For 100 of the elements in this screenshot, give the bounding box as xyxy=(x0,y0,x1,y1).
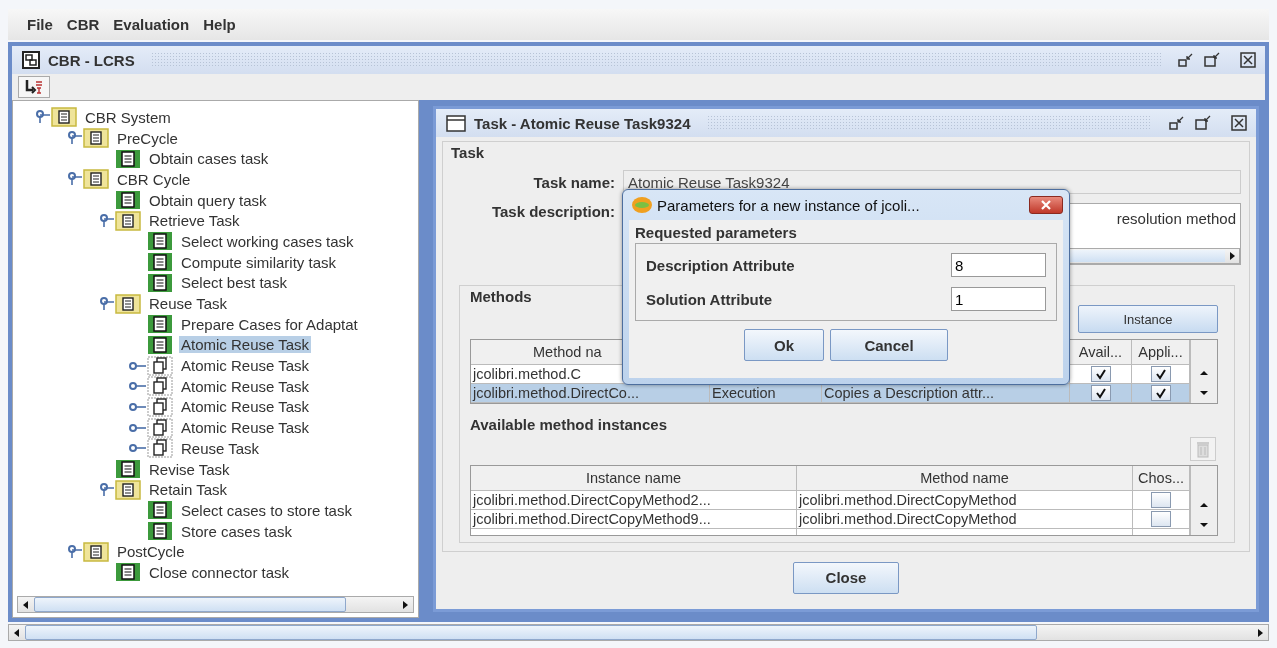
tree-item[interactable]: Close connector task xyxy=(147,563,292,581)
menu-item[interactable]: File xyxy=(27,16,53,33)
tree-item[interactable]: CBR Cycle xyxy=(115,170,193,188)
tree-item[interactable]: Retain Task xyxy=(147,481,230,499)
section-title: Methods xyxy=(470,288,532,305)
table-cell: jcolibri.method.DirectCopyMethod9... xyxy=(471,510,797,528)
dialog-button[interactable]: Ok xyxy=(744,329,824,361)
minimize-icon[interactable] xyxy=(1168,115,1186,131)
folder-node-icon xyxy=(115,210,141,231)
section-title: Available method instances xyxy=(470,416,667,433)
expanded-toggle-icon[interactable] xyxy=(65,131,83,146)
horizontal-scrollbar[interactable] xyxy=(17,596,414,613)
folder-node-icon xyxy=(115,479,141,500)
section-title: Requested parameters xyxy=(635,224,798,241)
instance-node-icon xyxy=(147,396,173,417)
expanded-toggle-icon[interactable] xyxy=(97,213,115,228)
check-icon xyxy=(1094,387,1107,399)
tree-item[interactable]: Atomic Reuse Task xyxy=(179,377,312,395)
tree-item[interactable]: Atomic Reuse Task xyxy=(179,336,312,354)
input-field[interactable]: 1 xyxy=(951,287,1046,311)
checkbox[interactable] xyxy=(1151,492,1171,508)
close-button[interactable]: Close xyxy=(793,561,899,594)
window-icon xyxy=(22,51,40,69)
tree-item[interactable]: Prepare Cases for Adaptat xyxy=(179,315,360,333)
tree-item[interactable]: Store cases task xyxy=(179,522,294,540)
tree-item[interactable]: Compute similarity task xyxy=(179,253,339,271)
tree-item[interactable]: CBR System xyxy=(83,108,173,126)
restore-icon[interactable] xyxy=(1194,115,1212,131)
check-icon xyxy=(1094,368,1107,380)
task-node-icon xyxy=(147,521,173,542)
checkbox[interactable] xyxy=(1090,385,1111,401)
close-icon[interactable] xyxy=(1230,115,1248,131)
trash-icon xyxy=(1195,440,1211,458)
instance-button[interactable]: Instance xyxy=(1078,305,1218,333)
vertical-scrollbar[interactable] xyxy=(1190,340,1217,403)
minimize-icon[interactable] xyxy=(1177,52,1195,68)
tree-item[interactable]: Obtain query task xyxy=(147,191,269,209)
horizontal-scrollbar[interactable] xyxy=(8,624,1269,641)
expanded-toggle-icon[interactable] xyxy=(65,172,83,187)
tree-item[interactable]: Select working cases task xyxy=(179,232,356,250)
expanded-toggle-icon[interactable] xyxy=(65,544,83,559)
input-field[interactable]: 8 xyxy=(951,253,1046,277)
folder-node-icon xyxy=(51,107,77,128)
menu-item[interactable]: CBR xyxy=(66,16,100,33)
task-node-icon xyxy=(147,272,173,293)
dialog-title: Parameters for a new instance of jcoli... xyxy=(657,196,920,214)
window-icon xyxy=(446,114,466,132)
restore-icon[interactable] xyxy=(1203,52,1221,68)
checkbox[interactable] xyxy=(1151,511,1171,527)
task-node-icon xyxy=(115,459,141,480)
column-header[interactable]: Instance name xyxy=(471,466,797,490)
toolbar-button[interactable] xyxy=(18,76,50,98)
field-label: Description Attribute xyxy=(646,256,796,274)
table-cell: jcolibri.method.DirectCopyMethod2... xyxy=(471,491,797,509)
tree-item[interactable]: PostCycle xyxy=(115,543,187,561)
tree-item[interactable]: Atomic Reuse Task xyxy=(179,419,312,437)
instance-node-icon xyxy=(147,355,173,376)
arrow-icon xyxy=(24,79,44,95)
tree-item[interactable]: Select cases to store task xyxy=(179,501,354,519)
checkbox[interactable] xyxy=(1150,366,1171,382)
field-label: Solution Attribute xyxy=(646,290,774,308)
expanded-toggle-icon[interactable] xyxy=(33,110,51,125)
tree-item[interactable]: Retrieve Task xyxy=(147,212,242,230)
task-node-icon xyxy=(115,148,141,169)
tree-item[interactable]: Select best task xyxy=(179,274,289,292)
checkbox[interactable] xyxy=(1090,366,1111,382)
vertical-scrollbar[interactable] xyxy=(1190,466,1217,535)
folder-node-icon xyxy=(115,293,141,314)
task-node-icon xyxy=(115,190,141,211)
table-cell: jcolibri.method.DirectCopyMethod xyxy=(797,510,1133,528)
table-row[interactable]: jcolibri.method.DirectCo... Execution Copies a Description attr... xyxy=(471,384,1190,403)
field-label: Task description: xyxy=(490,203,616,220)
menu-item[interactable]: Evaluation xyxy=(113,16,190,33)
tree-item[interactable]: Atomic Reuse Task xyxy=(179,357,312,375)
tree-item[interactable]: PreCycle xyxy=(115,129,180,147)
field-label: Task name: xyxy=(532,173,616,191)
logo-icon xyxy=(631,196,653,214)
menu-item[interactable]: Help xyxy=(203,16,236,33)
check-icon xyxy=(1154,387,1167,399)
close-icon[interactable] xyxy=(1239,52,1257,68)
folder-node-icon xyxy=(83,169,109,190)
dialog-button[interactable]: Cancel xyxy=(830,329,948,361)
column-header[interactable]: Method name xyxy=(797,466,1133,490)
section-title: Task xyxy=(451,144,485,161)
expanded-toggle-icon[interactable] xyxy=(97,482,115,497)
checkbox[interactable] xyxy=(1150,385,1171,401)
tree-item[interactable]: Obtain cases task xyxy=(147,150,271,168)
tree-item[interactable]: Reuse Task xyxy=(147,295,230,313)
task-node-icon xyxy=(147,334,173,355)
task-node-icon xyxy=(147,252,173,273)
tree-item[interactable]: Reuse Task xyxy=(179,439,262,457)
tree-item[interactable]: Atomic Reuse Task xyxy=(179,398,312,416)
instance-node-icon xyxy=(147,438,173,459)
task-node-icon xyxy=(147,231,173,252)
folder-node-icon xyxy=(83,541,109,562)
task-node-icon xyxy=(147,500,173,521)
tree-item[interactable]: Revise Task xyxy=(147,460,232,478)
instance-node-icon xyxy=(147,376,173,397)
expanded-toggle-icon[interactable] xyxy=(97,296,115,311)
close-button[interactable] xyxy=(1029,196,1063,214)
